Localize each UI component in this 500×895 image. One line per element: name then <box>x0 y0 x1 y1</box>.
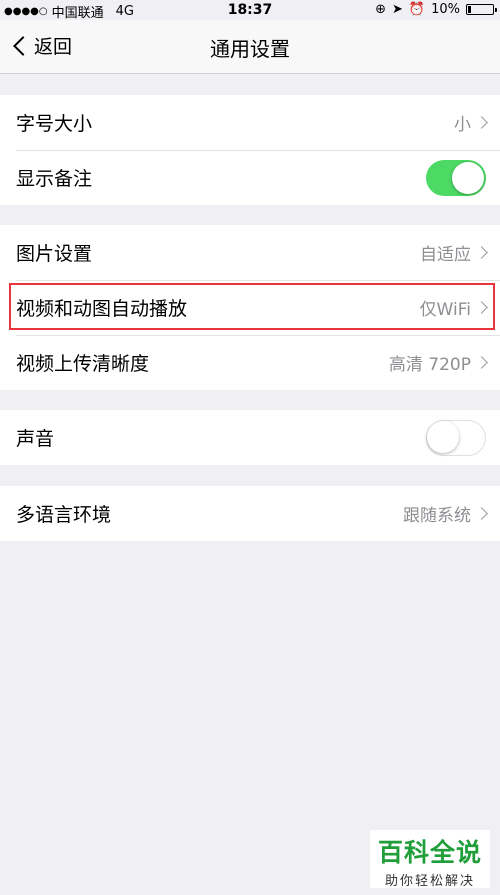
location-icon: ➤ <box>392 2 403 17</box>
highlight-box <box>9 283 495 330</box>
row-label: 显示备注 <box>16 168 93 190</box>
row-value: 高清 720P <box>388 355 471 375</box>
show-remark-toggle[interactable] <box>426 159 486 196</box>
navigation-bar: 返回 通用设置 <box>0 20 500 74</box>
chevron-right-icon <box>475 116 488 129</box>
row-label: 视频上传清晰度 <box>16 353 150 375</box>
row-value: 小 <box>454 115 471 135</box>
settings-group-sound: 声音 <box>0 410 500 465</box>
row-font-size[interactable]: 字号大小 小 <box>0 95 500 150</box>
sound-toggle[interactable] <box>426 419 486 456</box>
chevron-right-icon <box>475 246 488 259</box>
chevron-right-icon <box>475 507 488 520</box>
rotation-lock-icon: ⊕ <box>375 2 386 17</box>
chevron-right-icon <box>475 356 488 369</box>
watermark-logo: 百科全说 助你轻松解决 <box>370 830 490 889</box>
row-language[interactable]: 多语言环境 跟随系统 <box>0 486 500 541</box>
row-sound: 声音 <box>0 410 500 465</box>
row-value: 跟随系统 <box>403 506 471 526</box>
row-label: 图片设置 <box>16 243 93 265</box>
watermark-main-text: 百科全说 <box>377 838 482 867</box>
row-label: 多语言环境 <box>16 504 112 526</box>
settings-group-display: 字号大小 小 显示备注 <box>0 95 500 205</box>
page-title: 通用设置 <box>210 37 290 61</box>
alarm-icon: ⏰ <box>408 2 426 17</box>
row-value: 自适应 <box>420 245 471 265</box>
row-label: 声音 <box>16 428 55 450</box>
watermark-sub-text: 助你轻松解决 <box>384 874 475 889</box>
status-bar: ●●●●○ 中国联通 4G 18:37 ⊕ ➤ ⏰ 10% <box>0 0 500 21</box>
row-show-remark: 显示备注 <box>0 150 500 205</box>
row-video-upload-quality[interactable]: 视频上传清晰度 高清 720P <box>0 335 500 390</box>
battery-percent: 10% <box>431 2 460 17</box>
row-label: 字号大小 <box>16 113 93 135</box>
row-image-settings[interactable]: 图片设置 自适应 <box>0 225 500 280</box>
settings-group-language: 多语言环境 跟随系统 <box>0 486 500 541</box>
battery-icon <box>466 4 497 15</box>
